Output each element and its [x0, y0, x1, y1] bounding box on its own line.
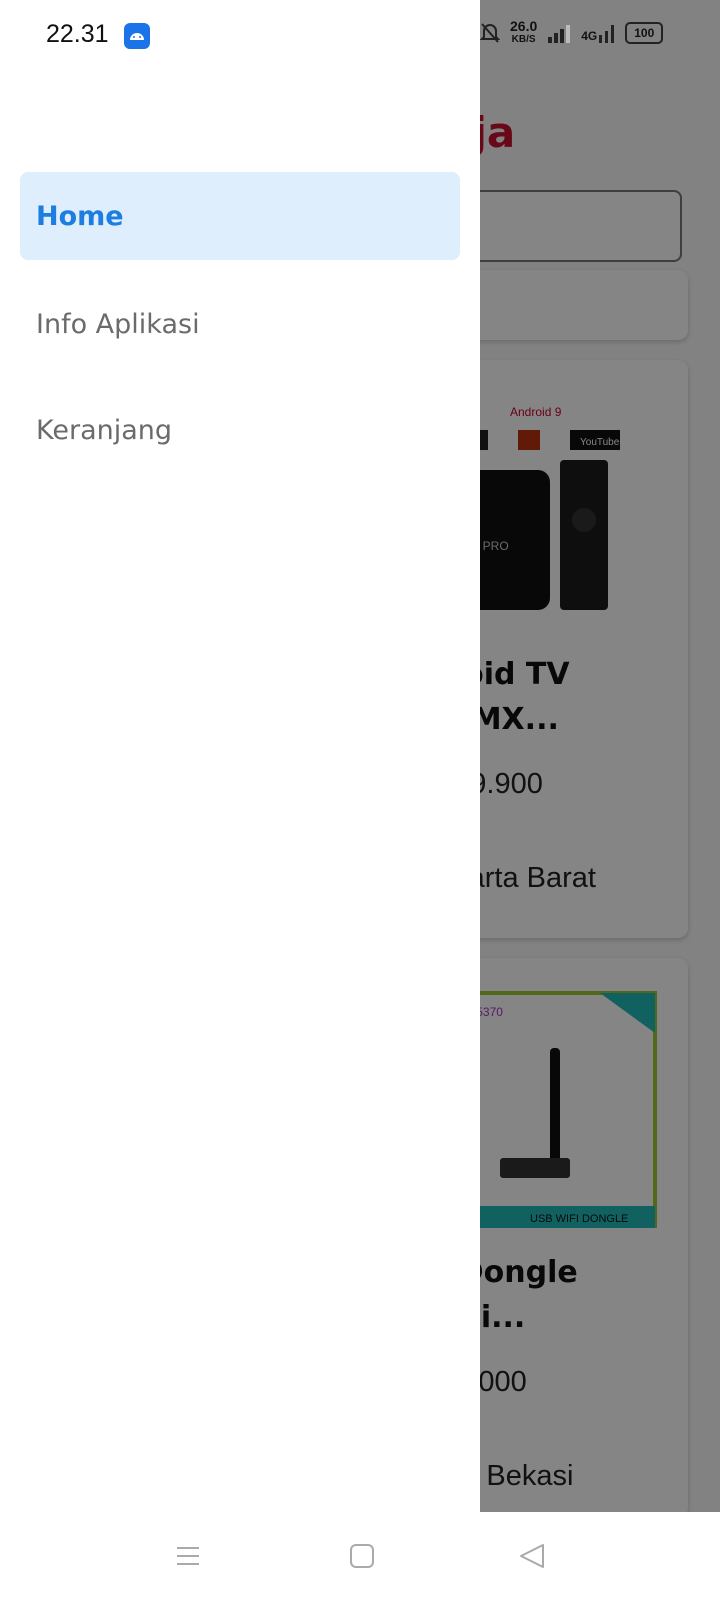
drawer-item-home[interactable]: Home — [20, 172, 460, 260]
network-speed: 26.0 KB/S — [510, 18, 538, 46]
4g-signal-icon: 4G — [581, 23, 615, 43]
status-icons: 26.0 KB/S 4G 100 — [480, 18, 664, 46]
battery-level: 100 — [634, 26, 655, 40]
android-notification-icon — [124, 23, 150, 49]
signal-icon — [548, 25, 571, 43]
drawer-item-keranjang[interactable]: Keranjang — [20, 386, 460, 474]
network-speed-unit: KB/S — [511, 34, 536, 45]
menu-icon[interactable] — [174, 1542, 202, 1570]
network-type: 4G — [581, 29, 598, 43]
system-navigation-bar — [0, 1512, 720, 1600]
drawer-item-label: Info Aplikasi — [36, 308, 200, 340]
status-bar: 22.31 26.0 KB/S 4G 100 — [0, 0, 720, 72]
mute-icon — [480, 23, 500, 43]
home-square-icon[interactable] — [348, 1542, 376, 1570]
drawer-item-label: Keranjang — [36, 414, 173, 446]
battery-icon: 100 — [625, 22, 664, 44]
back-triangle-icon[interactable] — [518, 1542, 546, 1570]
navigation-drawer: Home Info Aplikasi Keranjang — [0, 0, 480, 1512]
clock: 22.31 — [46, 20, 109, 48]
drawer-item-label: Home — [36, 200, 124, 232]
network-speed-value: 26.0 — [510, 18, 538, 34]
drawer-item-info-aplikasi[interactable]: Info Aplikasi — [20, 280, 460, 368]
